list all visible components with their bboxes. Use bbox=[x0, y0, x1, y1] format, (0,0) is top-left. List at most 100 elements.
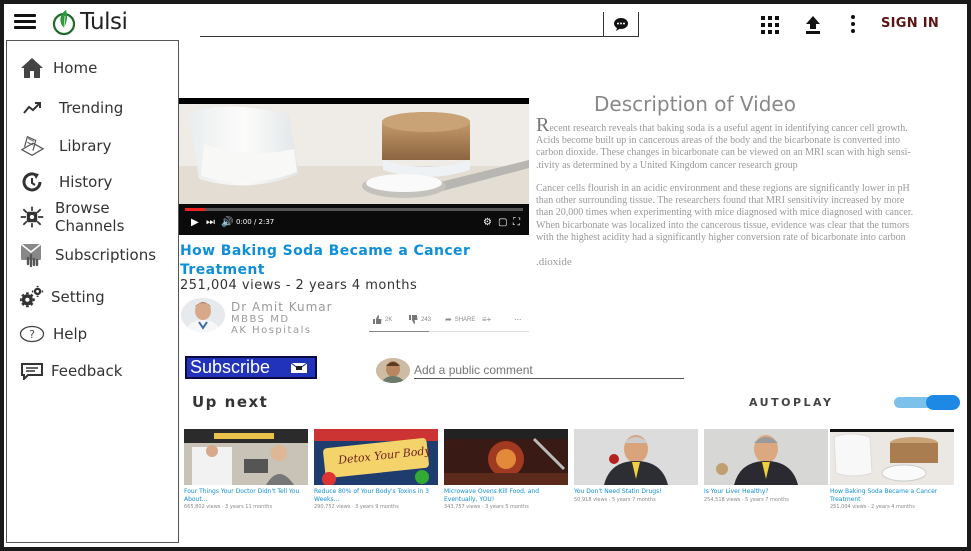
upnext-video[interactable]: How Baking Soda Became a Cancer Treatmen… bbox=[830, 429, 954, 510]
feedback-icon bbox=[19, 358, 45, 384]
sidebar-item-history[interactable]: History bbox=[7, 167, 178, 197]
video-thumbnail bbox=[184, 429, 308, 485]
apps-grid-icon[interactable] bbox=[761, 16, 779, 34]
video-meta: 251,004 views - 2 years 4 months bbox=[180, 278, 418, 293]
channel-details: MBBS MD AK Hospitals bbox=[231, 314, 312, 336]
channel-degree: MBBS MD bbox=[231, 314, 290, 325]
subscribe-button[interactable]: Subscribe bbox=[185, 356, 317, 379]
add-to-playlist-icon: ≡+ bbox=[482, 315, 492, 324]
dislike-count: 243 bbox=[421, 316, 432, 323]
sidebar-item-label: Library bbox=[59, 137, 112, 155]
upnext-video[interactable]: Is Your Liver Healthy? 254,518 views · 5… bbox=[704, 429, 828, 503]
library-icon bbox=[19, 133, 45, 159]
app-window: Tulsi SIGN IN Home Trending Library Hist… bbox=[4, 4, 967, 547]
sidebar-item-subscriptions[interactable]: Subscriptions bbox=[7, 240, 178, 270]
sidebar-item-label: Home bbox=[53, 59, 98, 77]
sidebar-item-label: Help bbox=[53, 325, 88, 343]
upnext-video-title: Four Things Your Doctor Didn't Tell You … bbox=[184, 488, 300, 503]
user-avatar[interactable] bbox=[376, 358, 410, 383]
svg-text:?: ? bbox=[29, 328, 35, 341]
fullscreen-icon[interactable]: ⛶ bbox=[513, 217, 520, 228]
sidebar-item-label: Feedback bbox=[51, 362, 123, 380]
settings-icon[interactable]: ⚙ bbox=[483, 217, 492, 228]
drop-cap: R bbox=[536, 114, 550, 136]
upnext-video-title: You Don't Need Statin Drugs! bbox=[574, 488, 662, 495]
description-paragraph-2: Cancer cells flourish in an acidic envir… bbox=[536, 183, 914, 243]
upnext-video-title: Reduce 80% of Your Body's Toxins in 3 We… bbox=[314, 488, 429, 503]
share-label: SHARE bbox=[454, 316, 476, 323]
play-icon[interactable]: ▶ bbox=[191, 217, 199, 228]
dislike-button[interactable]: 243 bbox=[408, 315, 431, 324]
history-icon bbox=[19, 169, 45, 195]
subscribe-icon bbox=[291, 362, 307, 373]
upnext-video-title: How Baking Soda Became a Cancer Treatmen… bbox=[830, 488, 938, 503]
search-bar bbox=[200, 12, 642, 38]
autoplay-toggle[interactable] bbox=[894, 395, 960, 410]
description-title: Description of Video bbox=[594, 92, 796, 116]
video-player[interactable]: ▶ ⏭ 🔊 0:00 / 2:37 ⚙ ▢ ⛶ bbox=[179, 98, 529, 235]
like-count: 2K bbox=[385, 316, 393, 323]
channel-avatar[interactable] bbox=[181, 298, 225, 332]
sidebar-item-trending[interactable]: Trending bbox=[7, 93, 178, 123]
video-thumbnail bbox=[444, 429, 568, 485]
channel-name[interactable]: Dr Amit Kumar bbox=[231, 300, 333, 314]
more-vertical-icon[interactable] bbox=[850, 14, 856, 34]
time-display: 0:00 / 2:37 bbox=[236, 218, 275, 226]
like-button[interactable]: 2K bbox=[372, 315, 392, 324]
video-controls: ▶ ⏭ 🔊 0:00 / 2:37 ⚙ ▢ ⛶ bbox=[179, 204, 529, 235]
sidebar-item-browse-channels[interactable]: Browse Channels bbox=[7, 199, 178, 235]
upnext-video-meta: 251,004 views · 2 years 4 months bbox=[830, 504, 915, 510]
sidebar-item-setting[interactable]: Setting bbox=[7, 282, 178, 312]
theater-mode-icon[interactable]: ▢ bbox=[498, 217, 507, 228]
share-button[interactable]: ➦ SHARE bbox=[445, 315, 475, 324]
sidebar-item-feedback[interactable]: Feedback bbox=[7, 356, 178, 386]
video-thumbnail bbox=[704, 429, 828, 485]
video-thumbnail bbox=[574, 429, 698, 485]
sidebar: Home Trending Library History Browse Cha… bbox=[6, 40, 179, 543]
upnext-video[interactable]: You Don't Need Statin Drugs! 50,918 view… bbox=[574, 429, 698, 503]
upnext-video[interactable]: Four Things Your Doctor Didn't Tell You … bbox=[184, 429, 308, 510]
sidebar-item-label: Setting bbox=[51, 288, 105, 306]
video-frame bbox=[179, 104, 529, 204]
description-paragraph-3: .dioxide bbox=[536, 256, 572, 268]
help-icon: ? bbox=[19, 321, 45, 347]
thumbs-up-icon bbox=[373, 315, 382, 324]
subscribe-label: Subscribe bbox=[190, 357, 271, 377]
upnext-video[interactable]: Detox Your Body Reduce 80% of Your Body'… bbox=[314, 429, 438, 510]
trending-icon bbox=[19, 95, 45, 121]
search-input[interactable] bbox=[200, 12, 604, 37]
video-title[interactable]: How Baking Soda Became a Cancer Treatmen… bbox=[180, 242, 535, 280]
up-next-heading: Up next bbox=[192, 393, 269, 411]
upload-icon[interactable] bbox=[805, 15, 821, 35]
chat-bubble-icon bbox=[614, 18, 628, 31]
app-logo[interactable]: Tulsi bbox=[52, 8, 128, 36]
upnext-video-meta: 254,518 views · 5 years 7 months bbox=[704, 496, 789, 503]
browse-channels-icon bbox=[19, 204, 45, 230]
sidebar-item-help[interactable]: ? Help bbox=[7, 319, 178, 349]
search-button[interactable] bbox=[603, 12, 639, 37]
comment-input[interactable] bbox=[414, 361, 684, 379]
app-name: Tulsi bbox=[80, 9, 128, 35]
upnext-video-title: Microwave Ovens Kill Food, and Eventuall… bbox=[444, 488, 540, 503]
more-actions-button[interactable]: ... bbox=[514, 312, 522, 322]
upnext-video-meta: 50,918 views · 5 years 7 months bbox=[574, 496, 656, 503]
subscriptions-icon bbox=[19, 242, 45, 268]
upnext-video[interactable]: Microwave Ovens Kill Food, and Eventuall… bbox=[444, 429, 568, 510]
channel-hospital: AK Hospitals bbox=[231, 325, 312, 336]
save-button[interactable]: ≡+ bbox=[482, 315, 491, 324]
progress-bar[interactable] bbox=[185, 208, 523, 211]
video-thumbnail: Detox Your Body bbox=[314, 429, 438, 485]
volume-icon[interactable]: 🔊 bbox=[221, 217, 233, 228]
menu-icon[interactable] bbox=[14, 14, 36, 30]
sidebar-item-label: Subscriptions bbox=[55, 246, 157, 264]
sidebar-item-home[interactable]: Home bbox=[7, 53, 178, 83]
sidebar-item-label: Trending bbox=[59, 99, 124, 117]
upnext-video-title: Is Your Liver Healthy? bbox=[704, 488, 769, 495]
upnext-video-meta: 665,802 views · 3 years 11 months bbox=[184, 504, 273, 510]
upnext-video-meta: 290,752 views · 3 years 9 months bbox=[314, 504, 399, 510]
share-icon: ➦ bbox=[445, 315, 452, 324]
settings-icon bbox=[19, 284, 45, 310]
next-icon[interactable]: ⏭ bbox=[206, 217, 215, 228]
sidebar-item-library[interactable]: Library bbox=[7, 131, 178, 161]
sign-in-button[interactable]: SIGN IN bbox=[881, 16, 939, 31]
